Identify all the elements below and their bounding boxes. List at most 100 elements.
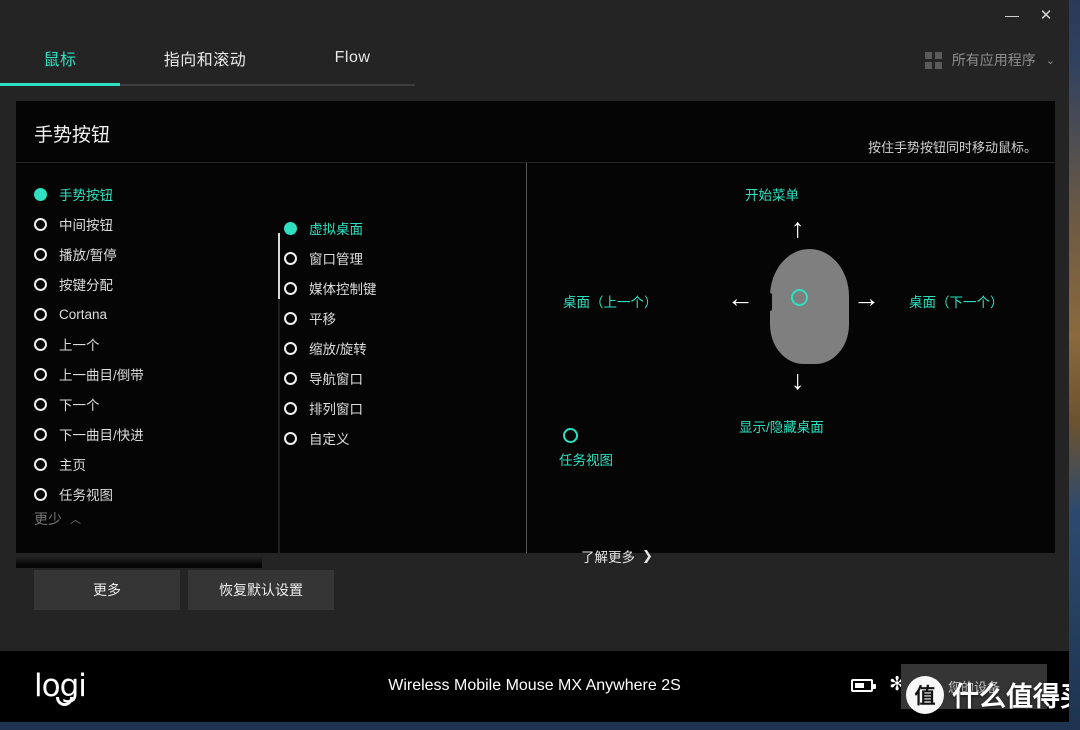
radio-unselected-icon <box>34 487 47 501</box>
button-list-label: 主页 <box>59 458 86 473</box>
radio-unselected-icon <box>284 311 297 325</box>
tab-label: 鼠标 <box>43 51 77 69</box>
action-list-label: 导航窗口 <box>309 372 363 387</box>
radio-unselected-icon <box>34 307 47 321</box>
arrow-left-icon: ← <box>727 283 754 313</box>
action-list-item[interactable]: 自定义 <box>284 423 377 453</box>
button-list-label: 播放/暂停 <box>59 248 117 263</box>
radio-unselected-icon <box>284 401 297 415</box>
title-bar: — ✕ <box>0 0 1069 30</box>
footer-bar: logi Wireless Mobile Mouse MX Anywhere 2… <box>0 651 1069 722</box>
logi-logo-smile <box>56 697 73 706</box>
action-list-label: 窗口管理 <box>309 252 363 267</box>
restore-defaults-button[interactable]: 恢复默认设置 <box>188 570 334 610</box>
your-devices-button[interactable]: 您的设备 <box>901 664 1047 709</box>
radio-unselected-icon <box>34 457 47 471</box>
tab-label: Flow <box>334 48 371 66</box>
button-list-item[interactable]: 下一曲目/快进 <box>34 419 144 449</box>
button-list-label: 任务视图 <box>59 488 113 503</box>
close-icon: ✕ <box>1039 7 1053 24</box>
action-list-item[interactable]: 导航窗口 <box>284 363 377 393</box>
logitech-options-window: — ✕ 鼠标 指向和滚动 Flow 所有应用程序 ⌄ 手势按钮 按住手势按钮同时… <box>0 0 1069 722</box>
button-list-item[interactable]: Cortana <box>34 299 144 329</box>
button-list-label: 下一曲目/快进 <box>59 428 144 443</box>
button-list-item[interactable]: 播放/暂停 <box>34 239 144 269</box>
battery-level-fill <box>855 683 864 688</box>
tab-flow[interactable]: Flow <box>290 30 415 85</box>
radio-unselected-icon <box>34 397 47 411</box>
mouse-illustration <box>770 249 849 364</box>
action-list-item[interactable]: 媒体控制键 <box>284 273 377 303</box>
button-list-item[interactable]: 下一个 <box>34 389 144 419</box>
radio-selected-icon <box>284 221 297 235</box>
gesture-label-right: 桌面（下一个） <box>909 295 1004 310</box>
gesture-label-up: 开始菜单 <box>745 188 799 203</box>
scroll-fade-mask <box>16 556 262 568</box>
radio-unselected-icon <box>284 251 297 265</box>
radio-unselected-icon <box>34 247 47 261</box>
settings-panel: 手势按钮 按住手势按钮同时移动鼠标。 手势按钮中间按钮播放/暂停按键分配 Cort… <box>16 101 1055 568</box>
grid-icon <box>924 51 942 69</box>
gesture-click-action: 任务视图 <box>559 428 613 469</box>
arrow-up-icon: ↑ <box>791 213 805 243</box>
action-list-item[interactable]: 虚拟桌面 <box>284 213 377 243</box>
application-selector[interactable]: 所有应用程序 ⌄ <box>924 46 1055 74</box>
gesture-diagram: 开始菜单 ↑ 桌面（上一个） ← 桌面（下一个） → 显示/隐藏桌面 ↓ 任务视… <box>527 163 1055 553</box>
device-name: Wireless Mobile Mouse MX Anywhere 2S <box>388 677 681 694</box>
radio-unselected-icon <box>284 281 297 295</box>
button-list-item[interactable]: 按键分配 <box>34 269 144 299</box>
mouse-side-button-notch <box>768 293 772 311</box>
radio-unselected-icon <box>284 371 297 385</box>
radio-unselected-icon <box>34 367 47 381</box>
action-list-label: 自定义 <box>309 432 350 447</box>
application-selector-label: 所有应用程序 <box>951 52 1036 68</box>
tab-mouse[interactable]: 鼠标 <box>0 30 120 85</box>
action-list-item[interactable]: 排列窗口 <box>284 393 377 423</box>
button-list-label: 中间按钮 <box>59 218 113 233</box>
button-list-item[interactable]: 手势按钮 <box>34 179 144 209</box>
radio-unselected-icon <box>34 337 47 351</box>
button-list-item[interactable]: 主页 <box>34 449 144 479</box>
radio-unselected-icon <box>34 217 47 231</box>
action-list-label: 排列窗口 <box>309 402 363 417</box>
tab-point-and-scroll[interactable]: 指向和滚动 <box>120 30 290 85</box>
button-list-label: 上一曲目/倒带 <box>59 368 144 383</box>
action-button-row: 更多 恢复默认设置 <box>34 570 334 610</box>
more-button[interactable]: 更多 <box>34 570 180 610</box>
arrow-right-icon: → <box>853 283 880 313</box>
action-list-label: 平移 <box>309 312 336 327</box>
gesture-button-marker <box>791 289 808 306</box>
button-list-item[interactable]: 任务视图 <box>34 479 144 509</box>
radio-unselected-icon <box>284 341 297 355</box>
active-tab-indicator <box>0 83 120 86</box>
chevron-up-icon: ︿ <box>70 514 81 526</box>
tab-label: 指向和滚动 <box>163 51 247 69</box>
button-list-item[interactable]: 上一个 <box>34 329 144 359</box>
show-less-toggle[interactable]: 更少 ︿ <box>34 509 81 529</box>
close-button[interactable]: ✕ <box>1029 0 1063 30</box>
action-list-item[interactable]: 缩放/旋转 <box>284 333 377 363</box>
action-list-item[interactable]: 窗口管理 <box>284 243 377 273</box>
action-list-label: 媒体控制键 <box>309 282 377 297</box>
button-list: 手势按钮中间按钮播放/暂停按键分配 Cortana 上一个上一曲目/倒带 下一个下一曲… <box>34 179 144 509</box>
action-list-item[interactable]: 平移 <box>284 303 377 333</box>
radio-unselected-icon <box>34 277 47 291</box>
action-list-label: 虚拟桌面 <box>309 222 363 237</box>
minimize-button[interactable]: — <box>995 0 1029 30</box>
button-list-item[interactable]: 中间按钮 <box>34 209 144 239</box>
panel-header: 手势按钮 按住手势按钮同时移动鼠标。 <box>16 101 1055 163</box>
action-list-column: 虚拟桌面窗口管理媒体控制键平移缩放/旋转导航窗口排列窗口自定义 <box>262 163 526 553</box>
button-list-label: 下一个 <box>59 398 100 413</box>
panel-hint-text: 按住手势按钮同时移动鼠标。 <box>867 140 1037 155</box>
button-list-label: 按键分配 <box>59 278 113 293</box>
minimize-icon: — <box>1005 7 1019 23</box>
button-list-label: 手势按钮 <box>59 188 113 203</box>
radio-unselected-icon <box>284 431 297 445</box>
learn-more-link[interactable]: 了解更多 ❯ <box>581 546 653 566</box>
arrow-down-icon: ↓ <box>791 365 805 395</box>
show-less-label: 更少 <box>34 511 62 527</box>
page-title: 手势按钮 <box>34 125 111 146</box>
learn-more-label: 了解更多 <box>581 550 635 565</box>
gesture-label-click: 任务视图 <box>559 453 613 468</box>
button-list-item[interactable]: 上一曲目/倒带 <box>34 359 144 389</box>
